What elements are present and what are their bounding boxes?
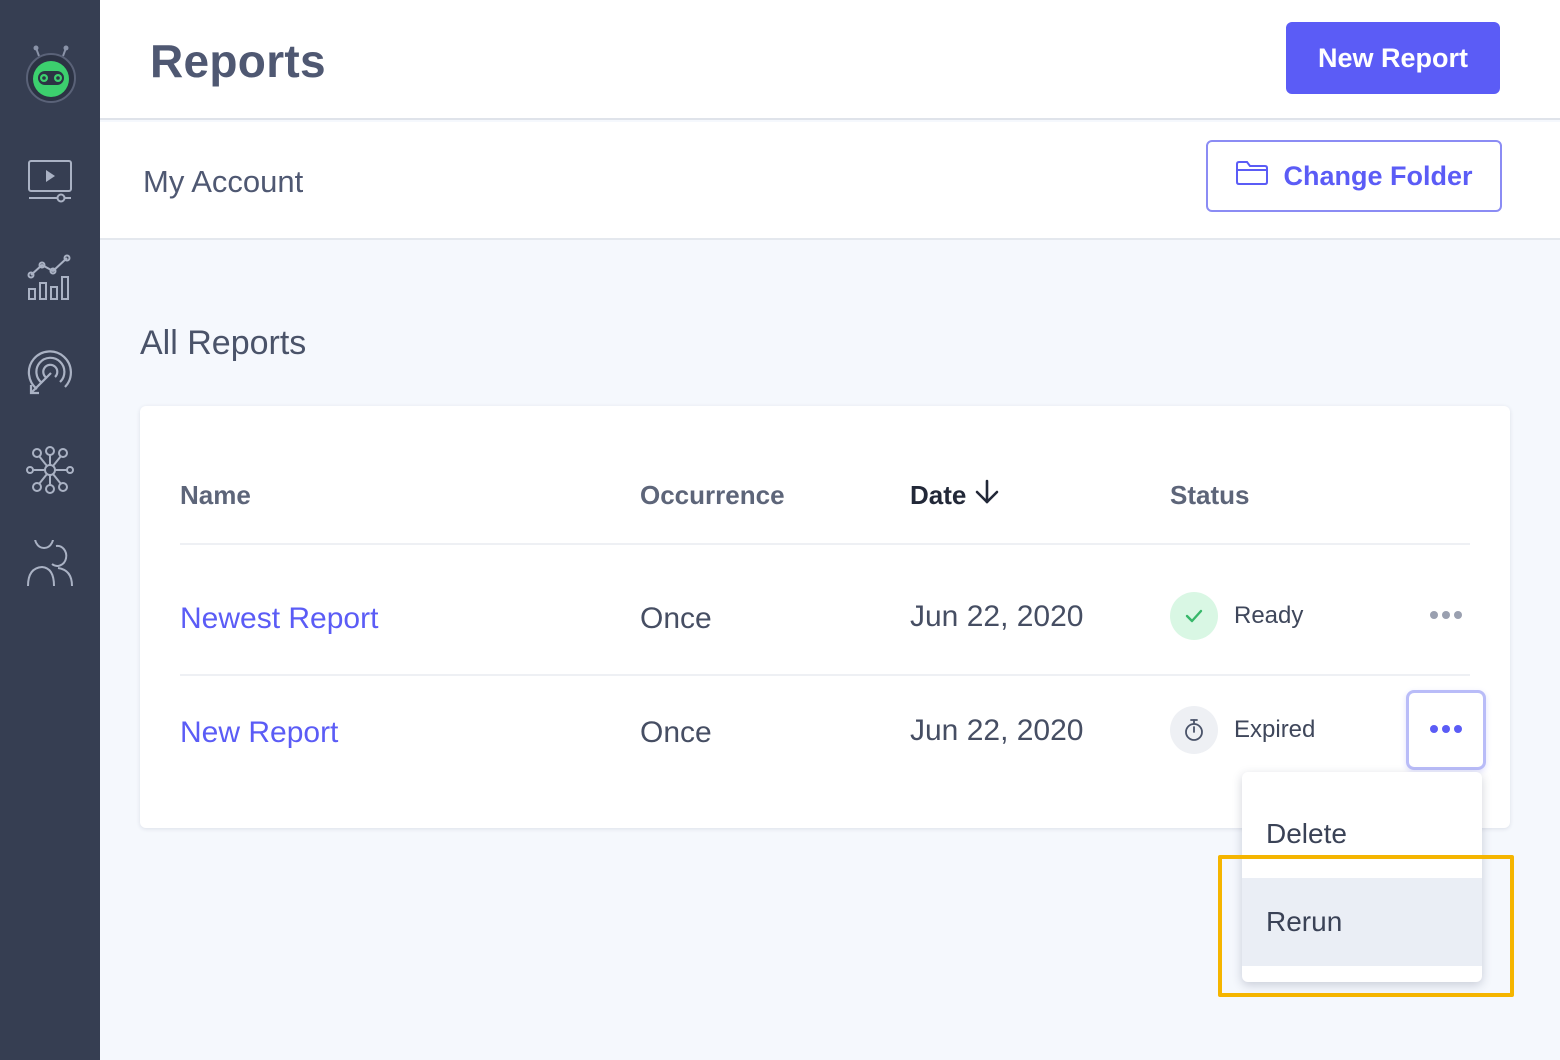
report-date: Jun 22, 2020 [910, 714, 1084, 747]
status-text: Ready [1234, 602, 1304, 629]
menu-item-delete[interactable]: Delete [1242, 790, 1482, 878]
report-name-link[interactable]: Newest Report [180, 602, 378, 636]
stopwatch-icon [1170, 706, 1218, 754]
ready-check-icon [1170, 592, 1218, 640]
logo-robot-icon[interactable] [24, 44, 78, 104]
report-occurrence: Once [640, 602, 712, 635]
users-icon[interactable] [22, 538, 78, 594]
column-header-status[interactable]: Status [1170, 480, 1249, 511]
column-header-date-label: Date [910, 480, 967, 510]
row-actions-button-active[interactable] [1406, 690, 1486, 770]
row-actions-menu: Delete Rerun [1242, 772, 1482, 982]
more-dots-icon [1429, 607, 1463, 625]
report-name-link[interactable]: New Report [180, 716, 338, 750]
video-icon[interactable] [22, 152, 78, 208]
reports-table: Name Occurrence Date Status Newest Repor… [140, 406, 1510, 828]
row-actions-button[interactable] [1406, 576, 1486, 656]
report-date: Jun 22, 2020 [910, 600, 1084, 633]
menu-item-rerun[interactable]: Rerun [1242, 878, 1482, 966]
sidebar [0, 0, 100, 1060]
folder-icon [1235, 160, 1269, 193]
account-label: My Account [143, 164, 304, 199]
page-header: Reports New Report [100, 0, 1560, 120]
status-text: Expired [1234, 716, 1316, 743]
network-icon[interactable] [22, 442, 78, 498]
sort-arrow-down-icon [974, 478, 1000, 513]
column-header-name[interactable]: Name [180, 480, 251, 511]
row-divider [180, 674, 1470, 676]
change-folder-button[interactable]: Change Folder [1206, 140, 1502, 212]
target-icon[interactable] [22, 346, 78, 402]
section-title: All Reports [140, 324, 307, 362]
page-title: Reports [150, 35, 326, 87]
header-divider [180, 543, 1470, 545]
column-header-occurrence[interactable]: Occurrence [640, 480, 785, 511]
change-folder-label: Change Folder [1283, 160, 1473, 191]
new-report-button[interactable]: New Report [1286, 22, 1500, 94]
analytics-icon[interactable] [22, 250, 78, 306]
column-header-date[interactable]: Date [910, 478, 1000, 513]
report-occurrence: Once [640, 716, 712, 749]
more-dots-icon [1429, 721, 1463, 739]
account-bar: My Account Change Folder [100, 122, 1560, 240]
